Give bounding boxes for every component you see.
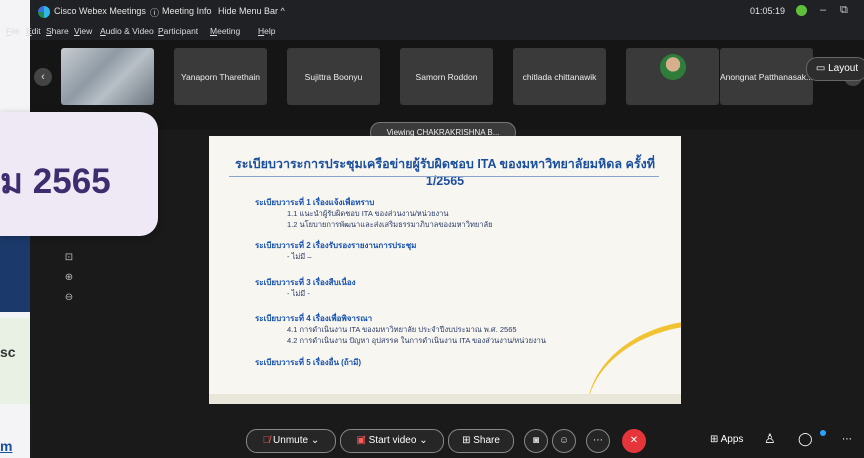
participant-tile[interactable]: [626, 48, 719, 105]
menu-view[interactable]: View: [74, 26, 92, 36]
participants-icon[interactable]: ♙: [764, 431, 776, 447]
slide-decoration: [575, 321, 681, 404]
background-panel: [0, 318, 30, 404]
layout-button[interactable]: ▭ Layout: [806, 57, 864, 81]
menu-bar: File Edit Share View Audio & Video Parti…: [6, 24, 864, 40]
connection-status-icon[interactable]: [796, 5, 807, 16]
reactions-button[interactable]: ☺: [552, 429, 576, 453]
restore-button[interactable]: ⧉: [840, 4, 848, 17]
slide-title: ระเบียบวาระการประชุมเครือข่ายผู้รับผิดชอ…: [235, 157, 655, 188]
agenda-subitem: - ไม่มี -: [287, 289, 310, 298]
start-video-button[interactable]: ▣̸ Start video ⌄: [340, 429, 444, 453]
layout-icon: ▭: [815, 63, 829, 74]
apps-icon: ⊞: [710, 434, 721, 445]
chevron-down-icon: ⌄: [416, 435, 428, 446]
meeting-info-icon: ⓘ: [150, 8, 160, 18]
more-options-button[interactable]: ⋯: [586, 429, 610, 453]
participant-name: chitlada chittanawik: [522, 71, 597, 82]
menu-help[interactable]: Help: [258, 26, 275, 36]
minimize-button[interactable]: –: [820, 4, 826, 16]
participant-tile[interactable]: Sujittra Boonyu: [287, 48, 380, 105]
chat-icon[interactable]: ◯: [798, 431, 813, 447]
overlay-callout: ม 2565: [0, 112, 158, 236]
menu-edit[interactable]: Edit: [26, 26, 41, 36]
apps-button[interactable]: ⊞ Apps: [710, 434, 743, 445]
agenda-subitem: 1.2 นโยบายการพัฒนาและส่งเสริมธรรมาภิบาลข…: [287, 220, 493, 229]
unmute-label: Unmute: [273, 435, 309, 446]
agenda-subitem: 4.2 การดำเนินงาน ปัญหา อุปสรรค ในการดำเน…: [287, 336, 546, 345]
share-button[interactable]: ⊞ Share: [448, 429, 514, 453]
menu-file[interactable]: File: [6, 26, 20, 36]
participant-strip: ‹ Yanaporn Tharethain Sujittra Boonyu Sa…: [30, 40, 864, 130]
slide-divider: [229, 176, 659, 177]
presentation-slide: ระเบียบวาระการประชุมเครือข่ายผู้รับผิดชอ…: [209, 136, 681, 404]
participant-tile[interactable]: chitlada chittanawik: [513, 48, 606, 105]
participant-name: Yanaporn Tharethain: [180, 71, 261, 82]
meeting-controls-toolbar: 🎙̸ Unmute ⌄ ▣̸ Start video ⌄ ⊞ Share ◙ ☺…: [30, 422, 864, 458]
meeting-info-button[interactable]: Meeting Info: [162, 6, 212, 16]
zoom-in-icon[interactable]: ⊕: [62, 272, 76, 286]
chevron-down-icon: ⌄: [308, 435, 320, 446]
participant-name: Sujittra Boonyu: [304, 71, 363, 82]
end-meeting-button[interactable]: ✕: [622, 429, 646, 453]
start-video-label: Start video: [368, 435, 417, 446]
layout-label: Layout: [828, 63, 859, 74]
title-bar: Cisco Webex Meetings ⓘ Meeting Info Hide…: [30, 0, 864, 24]
menu-meeting[interactable]: Meeting: [210, 26, 240, 36]
share-label: Share: [473, 435, 500, 446]
background-banner: [0, 230, 30, 312]
agenda-item: ระเบียบวาระที่ 5 เรื่องอื่น (ถ้ามี): [255, 358, 362, 367]
menu-participant[interactable]: Participant: [158, 26, 198, 36]
more-icon[interactable]: ⋯: [842, 434, 852, 445]
participant-name: Anongnat Patthanasak...: [720, 71, 813, 82]
menu-share[interactable]: Share: [46, 26, 69, 36]
participant-video-tile[interactable]: [61, 48, 154, 105]
app-title: Cisco Webex Meetings: [54, 6, 146, 16]
agenda-subitem: - ไม่มี –: [287, 252, 312, 261]
recorder-button[interactable]: ◙: [524, 429, 548, 453]
participant-tile[interactable]: Samorn Roddon: [400, 48, 493, 105]
menu-audio-video[interactable]: Audio & Video: [100, 26, 154, 36]
participant-tile[interactable]: Yanaporn Tharethain: [174, 48, 267, 105]
unmute-button[interactable]: 🎙̸ Unmute ⌄: [246, 429, 336, 453]
video-off-icon: ▣̸: [356, 435, 369, 446]
share-icon: ⊞: [462, 435, 474, 446]
chat-notification-dot: [820, 430, 826, 436]
background-text-fragment: sc: [0, 344, 16, 360]
annotate-icon[interactable]: ⊡: [62, 252, 76, 266]
hide-menu-bar-button[interactable]: Hide Menu Bar ^: [218, 6, 285, 16]
agenda-item: ระเบียบวาระที่ 2 เรื่องรับรองรายงานการปร…: [255, 241, 417, 250]
meeting-timer: 01:05:19: [750, 6, 786, 16]
microphone-muted-icon: 🎙̸: [262, 435, 274, 446]
scroll-left-button[interactable]: ‹: [34, 68, 52, 86]
callout-text: ม 2565: [0, 162, 111, 201]
slide-footer: [209, 394, 681, 404]
participant-avatar: [659, 54, 686, 80]
participant-tile[interactable]: Anongnat Patthanasak...: [720, 48, 813, 105]
apps-label: Apps: [720, 434, 744, 445]
zoom-out-icon[interactable]: ⊖: [62, 292, 76, 306]
background-link-fragment[interactable]: m: [0, 438, 12, 454]
participant-name: Samorn Roddon: [415, 71, 478, 82]
webex-logo-icon: [38, 6, 50, 18]
